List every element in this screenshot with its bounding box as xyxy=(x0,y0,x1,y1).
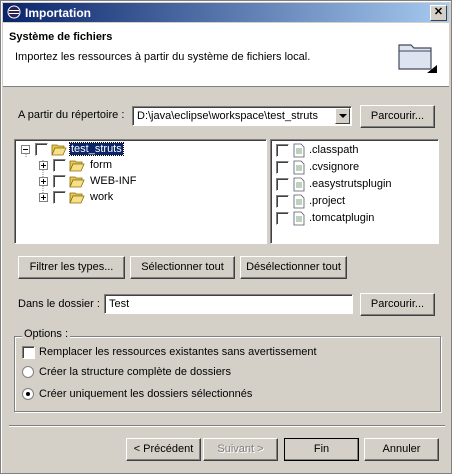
cancel-button[interactable]: Annuler xyxy=(364,438,439,461)
file-label: .project xyxy=(309,195,346,207)
page-title: Système de fichiers xyxy=(9,31,113,43)
file-label: .cvsignore xyxy=(309,161,360,173)
file-item[interactable]: .easystrutsplugin xyxy=(271,177,436,193)
file-icon xyxy=(293,177,305,192)
file-checkbox[interactable] xyxy=(276,161,289,174)
destination-folder-value: Test xyxy=(109,298,130,310)
file-label: .tomcatplugin xyxy=(309,212,375,224)
page-description: Importez les ressources à partir du syst… xyxy=(15,51,311,63)
file-checkbox[interactable] xyxy=(276,178,289,191)
close-button[interactable]: ✕ xyxy=(430,5,447,21)
create-selected-folders-radio[interactable] xyxy=(22,388,34,400)
tree-item-label: form xyxy=(90,159,112,171)
file-icon xyxy=(293,143,305,158)
overwrite-label: Remplacer les ressources existantes sans… xyxy=(39,346,317,358)
chevron-down-icon[interactable] xyxy=(335,108,350,124)
source-directory-value: D:\java\eclipse\workspace\test_struts xyxy=(137,110,318,122)
tree-item-web-inf[interactable]: WEB-INF xyxy=(15,174,265,190)
create-full-structure-radio-row[interactable]: Créer la structure complète de dossiers xyxy=(22,366,422,380)
file-item[interactable]: .classpath xyxy=(271,143,436,159)
folder-icon xyxy=(69,192,85,204)
expand-icon[interactable] xyxy=(39,161,48,170)
open-folder-icon xyxy=(51,144,67,156)
tree-checkbox[interactable] xyxy=(53,175,66,188)
tree-checkbox[interactable] xyxy=(53,159,66,172)
file-item[interactable]: .project xyxy=(271,194,436,210)
footer-separator xyxy=(9,425,445,427)
tree-item-test-struts[interactable]: test_struts xyxy=(15,142,265,158)
filter-types-button[interactable]: Filtrer les types... xyxy=(18,256,125,279)
create-selected-folders-label: Créer uniquement les dossiers sélectionn… xyxy=(39,388,253,400)
file-checkbox[interactable] xyxy=(276,144,289,157)
file-icon xyxy=(293,211,305,226)
file-item[interactable]: .cvsignore xyxy=(271,160,436,176)
file-label: .classpath xyxy=(309,144,359,156)
source-directory-label: A partir du répertoire : xyxy=(18,109,125,121)
folder-icon xyxy=(69,176,85,188)
finish-button[interactable]: Fin xyxy=(284,438,359,461)
folder-tree[interactable]: test_struts form WEB-INF work xyxy=(14,139,267,244)
next-button[interactable]: Suivant > xyxy=(203,438,278,461)
source-directory-combo[interactable]: D:\java\eclipse\workspace\test_struts xyxy=(132,106,352,126)
browse-source-button[interactable]: Parcourir... xyxy=(360,105,435,128)
tree-item-label: test_struts xyxy=(69,142,124,156)
close-icon: ✕ xyxy=(433,6,444,18)
browse-destination-button[interactable]: Parcourir... xyxy=(360,293,435,316)
tree-item-label: WEB-INF xyxy=(90,175,137,187)
select-all-button[interactable]: Sélectionner tout xyxy=(130,256,235,279)
file-icon xyxy=(293,194,305,209)
create-full-structure-label: Créer la structure complète de dossiers xyxy=(39,366,231,378)
window-title: Importation xyxy=(25,6,91,20)
title-bar: Importation ✕ xyxy=(3,3,449,22)
previous-button[interactable]: < Précédent xyxy=(126,438,201,461)
folder-wizard-icon xyxy=(398,44,437,73)
tree-checkbox[interactable] xyxy=(35,143,48,156)
tree-item-label: work xyxy=(90,191,114,203)
folder-icon xyxy=(69,160,85,172)
deselect-all-button[interactable]: Désélectionner tout xyxy=(240,256,347,279)
tree-checkbox[interactable] xyxy=(53,191,66,204)
file-icon xyxy=(293,160,305,175)
file-checkbox[interactable] xyxy=(276,212,289,225)
create-full-structure-radio[interactable] xyxy=(22,366,34,378)
collapse-icon[interactable] xyxy=(21,145,30,154)
file-checkbox[interactable] xyxy=(276,195,289,208)
import-dialog: Importation ✕ Système de fichiers Import… xyxy=(0,0,452,474)
wizard-banner: Système de fichiers Importez les ressour… xyxy=(3,23,449,87)
tree-item-form[interactable]: form xyxy=(15,158,265,174)
options-group-title: Options : xyxy=(22,328,71,340)
destination-folder-input[interactable]: Test xyxy=(104,294,353,314)
overwrite-checkbox[interactable] xyxy=(22,346,35,359)
tree-item-work[interactable]: work xyxy=(15,190,265,206)
expand-icon[interactable] xyxy=(39,193,48,202)
expand-icon[interactable] xyxy=(39,177,48,186)
file-item[interactable]: .tomcatplugin xyxy=(271,211,436,227)
file-label: .easystrutsplugin xyxy=(309,178,392,190)
destination-folder-label: Dans le dossier : xyxy=(18,298,100,310)
create-selected-folders-radio-row[interactable]: Créer uniquement les dossiers sélectionn… xyxy=(22,388,422,402)
eclipse-icon xyxy=(7,5,21,19)
overwrite-checkbox-row[interactable]: Remplacer les ressources existantes sans… xyxy=(22,346,422,360)
file-list[interactable]: .classpath .cvsignore .easystrutsplugin xyxy=(270,139,439,244)
